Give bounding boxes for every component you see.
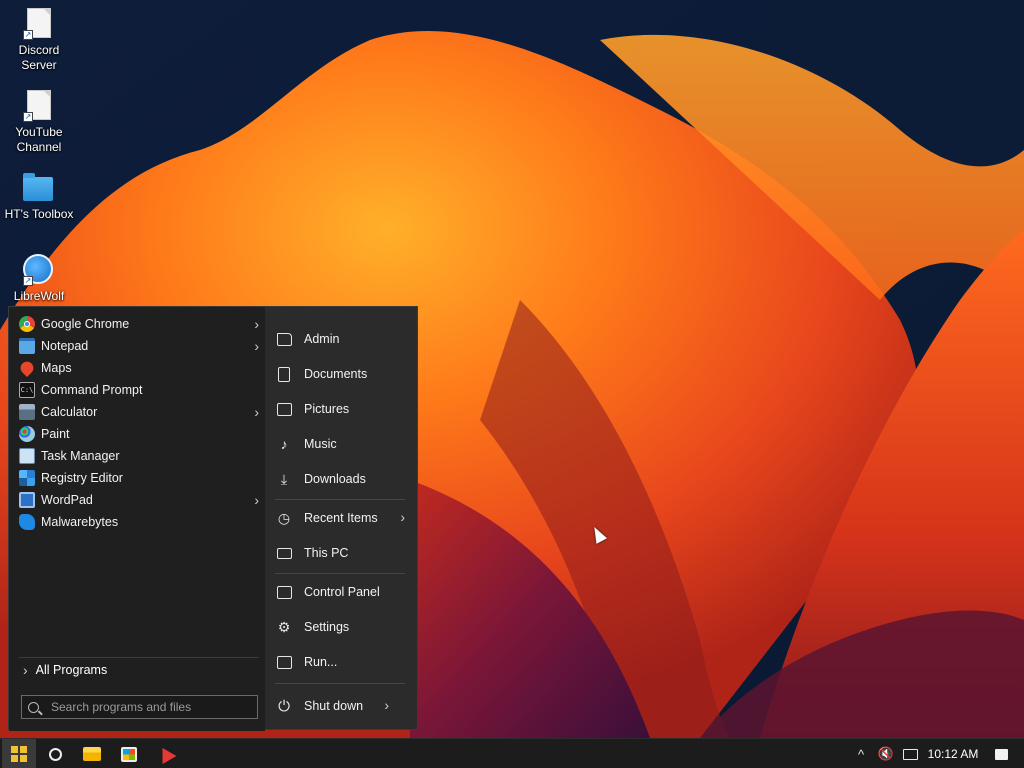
program-maps[interactable]: Maps: [11, 357, 261, 379]
desktop-icon-label: LibreWolf: [13, 289, 65, 303]
show-hidden-icons-icon: ^: [857, 746, 865, 762]
place-music[interactable]: ♪ Music: [275, 431, 407, 457]
place-downloads[interactable]: ⤓ Downloads: [275, 466, 407, 492]
place-pictures[interactable]: Pictures: [275, 396, 407, 422]
chrome-icon: [19, 316, 35, 332]
this-pc-icon: [275, 544, 293, 562]
taskbar: ^ 🔇 10:12 AM: [0, 738, 1024, 768]
desktop-icon-label: Discord Server: [18, 43, 60, 72]
volume-muted-icon: 🔇: [877, 746, 895, 761]
run-icon: [275, 653, 293, 671]
chevron-right-icon: ›: [23, 661, 28, 678]
shut-down-button[interactable]: ⏻ Shut down ›: [275, 693, 407, 719]
documents-icon: [275, 365, 293, 383]
program-wordpad[interactable]: WordPad ›: [11, 489, 261, 511]
program-calculator[interactable]: Calculator ›: [11, 401, 261, 423]
network-button[interactable]: [900, 739, 920, 768]
program-paint[interactable]: Paint: [11, 423, 261, 445]
show-hidden-icons-button[interactable]: ^: [852, 739, 870, 768]
volume-button[interactable]: 🔇: [876, 739, 896, 768]
desktop-icon-hts-toolbox[interactable]: HT's Toolbox: [1, 172, 77, 222]
separator: [275, 573, 405, 574]
start-button[interactable]: [2, 739, 36, 768]
wordpad-icon: [19, 492, 35, 508]
music-icon: ♪: [280, 436, 288, 452]
place-control-panel[interactable]: Control Panel: [275, 579, 407, 605]
command-prompt-icon: C:\: [19, 382, 35, 398]
program-notepad[interactable]: Notepad ›: [11, 335, 261, 357]
desktop-icon-label: HT's Toolbox: [4, 207, 74, 221]
chevron-right-icon: ›: [254, 338, 259, 354]
place-admin[interactable]: Admin: [275, 326, 407, 352]
folder-icon: [23, 172, 55, 204]
microsoft-store-icon: [121, 746, 137, 762]
chevron-right-icon: ›: [254, 404, 259, 420]
separator: [275, 499, 405, 500]
maps-icon: [17, 358, 37, 378]
malwarebytes-icon: [19, 514, 35, 530]
search-input[interactable]: [51, 700, 251, 714]
place-this-pc[interactable]: This PC: [275, 540, 407, 566]
settings-icon: ⚙: [277, 618, 291, 635]
search-programs-box[interactable]: [21, 695, 258, 719]
taskbar-file-explorer[interactable]: [75, 739, 109, 768]
librewolf-icon: ↗: [23, 254, 55, 286]
task-manager-icon: [19, 448, 35, 464]
text-file-shortcut-icon: ↗: [23, 8, 55, 40]
program-registry-editor[interactable]: Registry Editor: [11, 467, 261, 489]
program-malwarebytes[interactable]: Malwarebytes: [11, 511, 261, 533]
place-documents[interactable]: Documents: [275, 361, 407, 387]
pictures-icon: [275, 400, 293, 418]
file-explorer-icon: [83, 747, 101, 761]
taskbar-app[interactable]: [149, 739, 183, 768]
power-icon: ⏻: [278, 697, 290, 715]
downloads-icon: ⤓: [280, 470, 288, 487]
desktop-icon-librewolf[interactable]: ↗ LibreWolf: [1, 254, 77, 304]
program-command-prompt[interactable]: C:\ Command Prompt: [11, 379, 261, 401]
control-panel-icon: [275, 583, 293, 601]
chevron-right-icon: ›: [254, 316, 259, 332]
chevron-right-icon: ›: [254, 492, 259, 508]
place-recent-items[interactable]: ◷ Recent Items ›: [275, 505, 407, 531]
network-icon: [902, 748, 918, 760]
program-task-manager[interactable]: Task Manager: [11, 445, 261, 467]
registry-editor-icon: [19, 470, 35, 486]
calculator-icon: [19, 404, 35, 420]
program-google-chrome[interactable]: Google Chrome ›: [11, 313, 261, 335]
place-settings[interactable]: ⚙ Settings: [275, 614, 407, 640]
start-menu: Google Chrome › Notepad › Maps C:\ Comma…: [8, 306, 418, 731]
text-file-shortcut-icon: ↗: [23, 90, 55, 122]
notepad-icon: [19, 338, 35, 354]
all-programs-button[interactable]: › All Programs: [19, 657, 259, 681]
desktop-icon-label: YouTube Channel: [15, 125, 63, 154]
taskbar-microsoft-store[interactable]: [112, 739, 146, 768]
paint-icon: [19, 426, 35, 442]
user-folder-icon: [275, 330, 293, 348]
notifications-icon: [994, 748, 1008, 760]
desktop-icon-youtube-channel[interactable]: ↗ YouTube Channel: [1, 90, 77, 155]
app-icon: [155, 743, 177, 765]
start-icon: [11, 746, 27, 762]
place-run[interactable]: Run...: [275, 649, 407, 675]
search-icon: [48, 747, 62, 761]
recent-items-icon: ◷: [277, 509, 291, 526]
chevron-right-icon: ›: [400, 509, 405, 525]
programs-pane: Google Chrome › Notepad › Maps C:\ Comma…: [9, 307, 265, 731]
taskbar-search-button[interactable]: [38, 739, 72, 768]
desktop-icon-discord-server[interactable]: ↗ Discord Server: [1, 8, 77, 73]
clock[interactable]: 10:12 AM: [924, 739, 982, 768]
chevron-right-icon: ›: [384, 697, 389, 713]
search-icon: [28, 701, 39, 713]
notifications-button[interactable]: [990, 739, 1012, 768]
separator: [275, 683, 405, 684]
